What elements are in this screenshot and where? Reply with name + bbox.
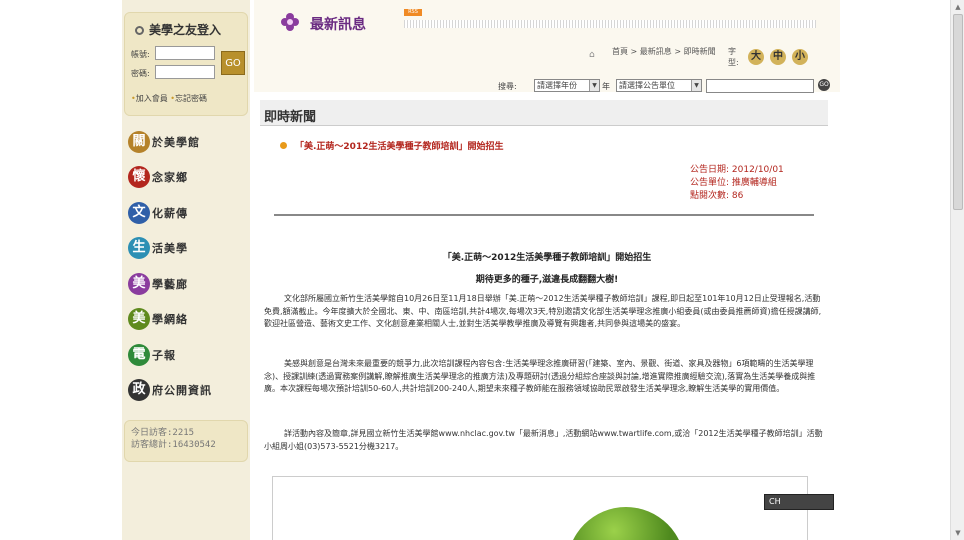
password-label: 密碼: bbox=[131, 69, 150, 78]
nav-label: 府公開資訊 bbox=[152, 384, 212, 398]
article-meta: 公告日期: 2012/10/01 公告單位: 推廣輔導組 點閱次數: 86 bbox=[690, 164, 784, 203]
nav-item[interactable]: 懷念家鄉 bbox=[128, 160, 246, 196]
nav-badge-icon: 美 bbox=[128, 308, 150, 331]
search-go-button[interactable]: GO bbox=[818, 79, 830, 91]
section-title: 最新訊息 bbox=[310, 17, 366, 33]
login-go-button[interactable]: GO bbox=[221, 51, 245, 75]
font-size-small-button[interactable]: 小 bbox=[792, 49, 808, 65]
body-paragraph: 文化部所屬國立新竹生活美學館自10月26日至11月18日舉辦「美.正萌～2012… bbox=[264, 294, 822, 328]
nav-badge-icon: 關 bbox=[128, 130, 150, 153]
scroll-up-icon[interactable]: ▲ bbox=[953, 2, 963, 12]
counter-today: 今日訪客:2215 bbox=[131, 428, 195, 438]
login-panel: 美學之友登入 帳號: 密碼: GO •加入會員 •忘記密碼 bbox=[124, 12, 248, 116]
login-title: 美學之友登入 bbox=[135, 21, 221, 38]
rss-icon[interactable]: RSS bbox=[404, 9, 422, 16]
nav-item[interactable]: 政府公開資訊 bbox=[128, 373, 246, 409]
nav-badge-icon: 美 bbox=[128, 272, 150, 295]
nav-label: 於美學館 bbox=[152, 135, 200, 149]
year-select[interactable]: 請選擇年份 ▼ bbox=[534, 79, 600, 92]
nav-item[interactable]: 文化薪傳 bbox=[128, 195, 246, 231]
password-input[interactable] bbox=[155, 65, 215, 79]
home-icon: ⌂ bbox=[589, 50, 595, 60]
nav-badge-icon: 生 bbox=[128, 237, 150, 260]
chevron-down-icon: ▼ bbox=[589, 80, 599, 91]
nav-badge-icon: 電 bbox=[128, 343, 150, 366]
browser-viewport: 美學之友登入 帳號: 密碼: GO •加入會員 •忘記密碼 關於美學館懷念家鄉文… bbox=[0, 0, 964, 540]
font-size-medium-button[interactable]: 中 bbox=[770, 49, 786, 65]
vertical-scrollbar[interactable]: ▲ ▼ bbox=[950, 0, 964, 540]
divider bbox=[274, 214, 814, 216]
account-label: 帳號: bbox=[131, 50, 150, 59]
page-margin-left bbox=[0, 0, 120, 540]
scroll-down-icon[interactable]: ▼ bbox=[953, 528, 963, 538]
unit-select[interactable]: 請選擇公告單位 ▼ bbox=[616, 79, 702, 92]
article-title[interactable]: 「美.正萌～2012生活美學種子教師培訓」開始招生 bbox=[280, 139, 503, 152]
nav-item[interactable]: 生活美學 bbox=[128, 231, 246, 267]
nav-label: 子報 bbox=[152, 348, 176, 362]
meta-unit: 公告單位: 推廣輔導組 bbox=[690, 178, 777, 188]
meta-date: 公告日期: 2012/10/01 bbox=[690, 165, 784, 175]
nav-badge-icon: 政 bbox=[128, 379, 150, 402]
ime-toolbar[interactable]: CH bbox=[764, 494, 834, 510]
counter-total: 訪客總計:16430542 bbox=[131, 440, 216, 450]
nav-label: 念家鄉 bbox=[152, 171, 188, 185]
join-member-link[interactable]: 加入會員 bbox=[136, 94, 168, 103]
body-title: 「美.正萌～2012生活美學種子教師培訓」開始招生 bbox=[442, 253, 652, 263]
decorative-stripe bbox=[404, 20, 816, 28]
flower-icon bbox=[281, 13, 299, 31]
news-heading: 即時新聞 bbox=[264, 110, 317, 125]
scroll-thumb[interactable] bbox=[953, 14, 963, 210]
nav-item[interactable]: 關於美學館 bbox=[128, 124, 246, 160]
year-suffix: 年 bbox=[602, 82, 610, 91]
forgot-password-link[interactable]: 忘記密碼 bbox=[175, 94, 207, 103]
chevron-down-icon: ▼ bbox=[691, 80, 701, 91]
tree-image bbox=[567, 507, 685, 540]
nav-badge-icon: 懷 bbox=[128, 166, 150, 189]
breadcrumb[interactable]: 首頁 > 最新訊息 > 即時新聞 bbox=[612, 46, 724, 57]
bullet-icon bbox=[280, 142, 287, 149]
nav-label: 學網絡 bbox=[152, 313, 188, 327]
body-subtitle: 期待更多的種子,滋違長成翻翻大樹! bbox=[475, 275, 619, 285]
account-input[interactable] bbox=[155, 46, 215, 60]
body-paragraph: 美感與創意是台灣未來最重要的競爭力,此次培訓課程內容包含:生活美學理念推廣研習(… bbox=[264, 359, 816, 393]
visitor-counter: 今日訪客:2215 訪客總計:16430542 bbox=[124, 420, 248, 462]
article-image bbox=[272, 476, 808, 540]
circle-icon bbox=[135, 26, 144, 35]
nav-item[interactable]: 美學藝廊 bbox=[128, 266, 246, 302]
nav-item[interactable]: 電子報 bbox=[128, 337, 246, 373]
nav-label: 學藝廊 bbox=[152, 277, 188, 291]
main-nav: 關於美學館懷念家鄉文化薪傳生活美學美學藝廊美學網絡電子報政府公開資訊 bbox=[128, 124, 246, 408]
nav-label: 活美學 bbox=[152, 242, 188, 256]
body-paragraph: 詳活動內容及簡章,詳見國立新竹生活美學館www.nhclac.gov.tw「最新… bbox=[264, 429, 823, 451]
nav-item[interactable]: 美學網絡 bbox=[128, 302, 246, 338]
font-size-large-button[interactable]: 大 bbox=[748, 49, 764, 65]
keyword-input[interactable] bbox=[706, 79, 814, 93]
search-label: 搜尋: bbox=[498, 82, 517, 91]
font-size-label: 字型: bbox=[728, 47, 739, 67]
login-links: •加入會員 •忘記密碼 bbox=[131, 93, 207, 104]
left-sidebar: 美學之友登入 帳號: 密碼: GO •加入會員 •忘記密碼 關於美學館懷念家鄉文… bbox=[122, 0, 250, 540]
meta-clicks: 點閱次數: 86 bbox=[690, 191, 744, 201]
nav-label: 化薪傳 bbox=[152, 206, 188, 220]
nav-badge-icon: 文 bbox=[128, 201, 150, 224]
news-header: 即時新聞 bbox=[260, 100, 828, 126]
main-content: 最新訊息 RSS ⌂ 首頁 > 最新訊息 > 即時新聞 字型: 大 中 小 搜尋… bbox=[254, 0, 840, 540]
page-margin-right bbox=[840, 0, 950, 540]
